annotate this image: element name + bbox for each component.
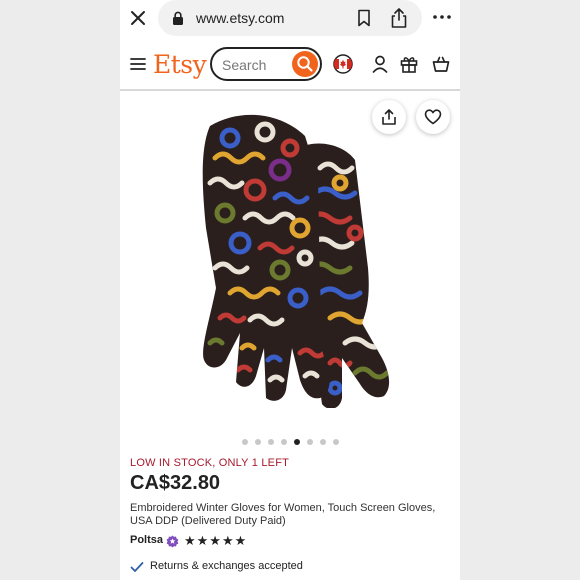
account-icon[interactable] [372,55,388,73]
canada-flag-icon[interactable] [333,54,353,74]
address-bar[interactable]: www.etsy.com [158,0,422,36]
bookmark-icon[interactable] [356,9,372,27]
site-header: Etsy Search [120,40,460,92]
header-divider [120,89,460,91]
carousel-dot[interactable] [254,439,261,445]
check-icon [130,562,144,572]
cart-icon[interactable] [432,56,450,72]
search-placeholder: Search [222,57,267,73]
url-text: www.etsy.com [196,10,285,26]
share-icon[interactable] [390,7,408,29]
carousel-dot[interactable] [280,439,287,445]
lock-icon [173,11,183,25]
search-button[interactable] [292,51,318,77]
mobile-screen: www.etsy.com Etsy Search LOW IN STOCK, O… [120,0,460,580]
embroidered-gloves-image [202,114,390,408]
carousel-dot[interactable] [267,439,274,445]
stock-notice: LOW IN STOCK, ONLY 1 LEFT [130,457,290,469]
product-image[interactable] [120,92,460,432]
carousel-dot[interactable] [306,439,313,445]
carousel-dot[interactable] [293,439,300,445]
rating-stars[interactable]: ★★★★★ [184,533,247,549]
etsy-logo[interactable]: Etsy [153,50,207,79]
returns-text: Returns & exchanges accepted [150,560,303,572]
shop-name-link[interactable]: Poltsa [130,534,163,546]
carousel-indicator[interactable] [240,438,340,448]
share-button[interactable] [372,100,406,134]
favorite-button[interactable] [416,100,450,134]
browser-bar: www.etsy.com [120,0,460,36]
carousel-dot[interactable] [332,439,339,445]
close-icon[interactable] [128,8,148,28]
product-title: Embroidered Winter Gloves for Women, Tou… [130,502,436,527]
heart-icon [424,109,442,125]
share-icon [382,109,396,125]
carousel-dot[interactable] [241,439,248,445]
product-price: CA$32.80 [130,472,221,494]
more-icon[interactable] [432,12,452,22]
carousel-dot[interactable] [319,439,326,445]
star-seller-icon [166,535,179,548]
gift-icon[interactable] [400,55,418,73]
menu-icon[interactable] [130,57,146,71]
search-input[interactable]: Search [210,47,322,81]
search-icon [297,56,313,72]
